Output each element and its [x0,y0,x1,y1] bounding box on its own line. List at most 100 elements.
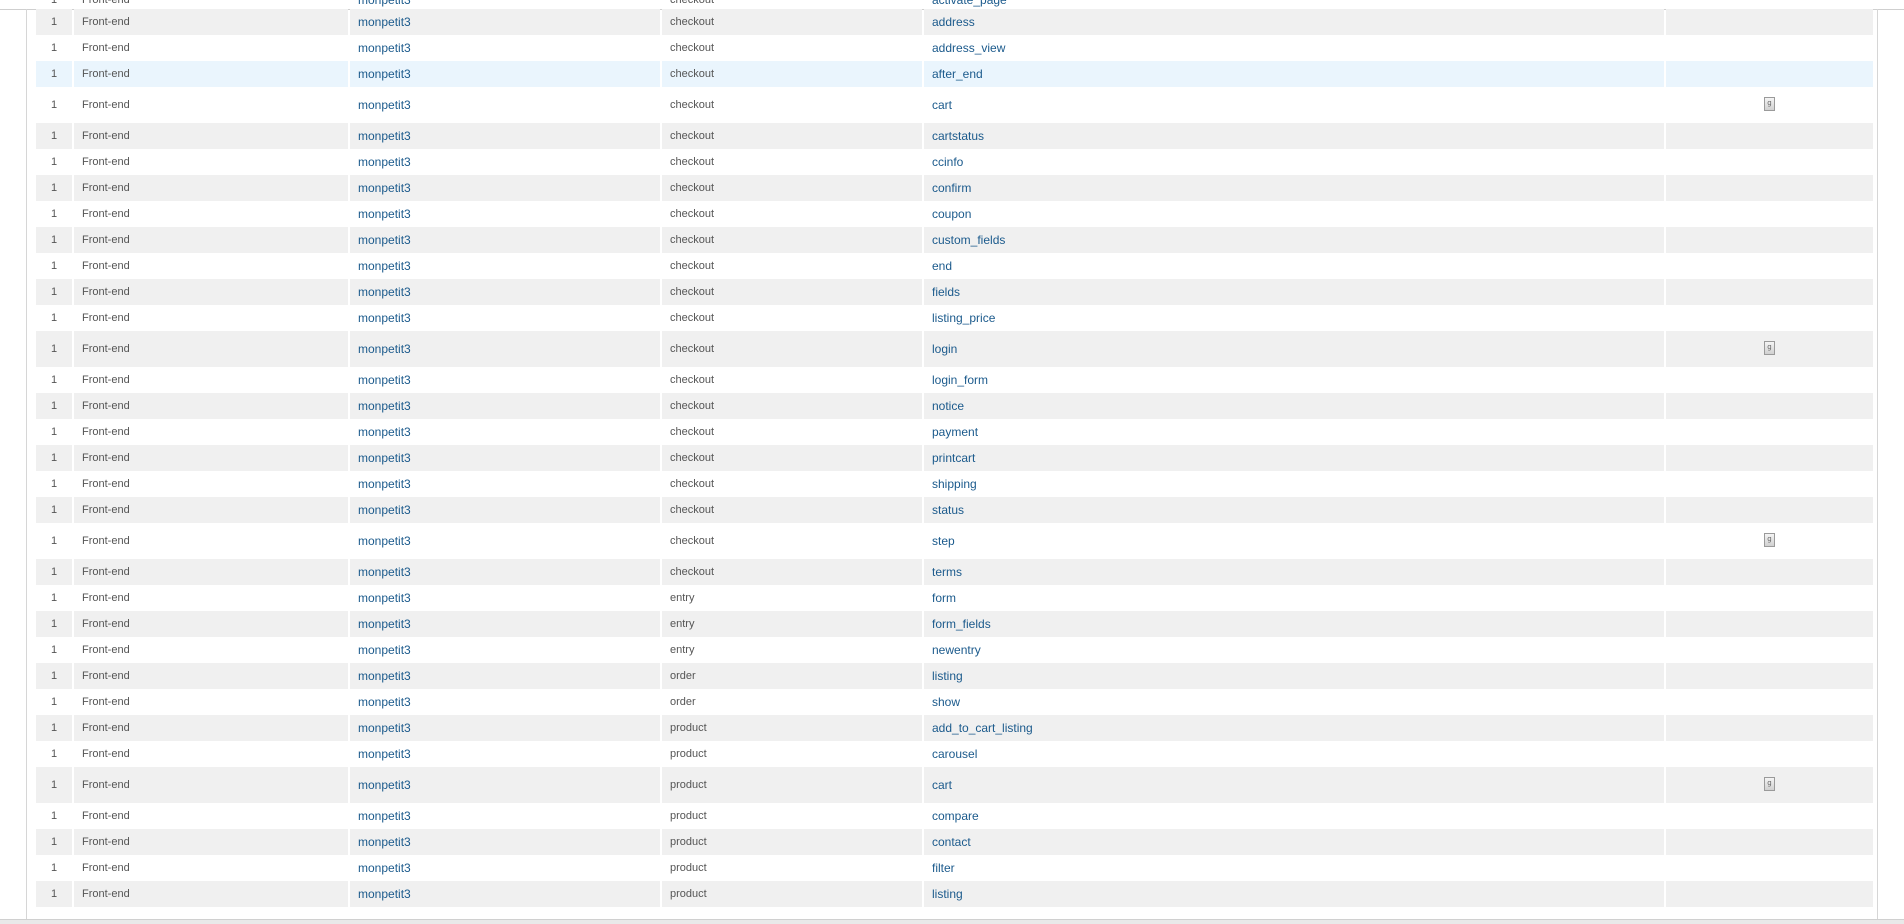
layout-link[interactable]: form [932,591,956,605]
layout-link[interactable]: login_form [932,373,988,387]
layout-link[interactable]: custom_fields [932,233,1005,247]
layout-link[interactable]: carousel [932,747,977,761]
layout-link[interactable]: printcart [932,451,975,465]
template-link[interactable]: monpetit3 [358,809,411,823]
layout-link[interactable]: fields [932,285,960,299]
template-link[interactable]: monpetit3 [358,835,411,849]
layout-link[interactable]: end [932,259,952,273]
layout-link[interactable]: address [932,15,975,29]
template-link[interactable]: monpetit3 [358,534,411,548]
edit-icon[interactable]: g [1764,340,1775,355]
layout-cell: terms [924,559,1664,585]
template-link[interactable]: monpetit3 [358,181,411,195]
view-cell: checkout [662,419,922,445]
view-cell: order [662,689,922,715]
view-cell: checkout [662,123,922,149]
layout-link[interactable]: activate_page [932,0,1007,7]
layout-link[interactable]: shipping [932,477,977,491]
client-label: Front-end [82,42,130,54]
template-cell: monpetit3 [350,279,660,305]
template-link[interactable]: monpetit3 [358,342,411,356]
view-label: checkout [670,478,715,490]
template-link[interactable]: monpetit3 [358,259,411,273]
view-cell: checkout [662,61,922,87]
template-link[interactable]: monpetit3 [358,477,411,491]
layout-link[interactable]: filter [932,861,955,875]
table-row: 1 Front-end monpetit3 checkout payment [36,419,1873,445]
template-link[interactable]: monpetit3 [358,425,411,439]
template-link[interactable]: monpetit3 [358,695,411,709]
layout-link[interactable]: after_end [932,67,983,81]
template-link[interactable]: monpetit3 [358,591,411,605]
client-label: Front-end [82,234,130,246]
layout-link[interactable]: listing [932,887,963,901]
template-link[interactable]: monpetit3 [358,207,411,221]
view-label: checkout [670,535,715,547]
table-row: 1 Front-end monpetit3 checkout login g [36,331,1873,367]
template-link[interactable]: monpetit3 [358,565,411,579]
edit-icon[interactable]: g [1764,96,1775,111]
template-link[interactable]: monpetit3 [358,67,411,81]
template-link[interactable]: monpetit3 [358,669,411,683]
template-link[interactable]: monpetit3 [358,373,411,387]
template-link[interactable]: monpetit3 [358,503,411,517]
layout-link[interactable]: cartstatus [932,129,984,143]
layout-link[interactable]: step [932,534,955,548]
row-id-cell: 1 [36,393,72,419]
layout-link[interactable]: address_view [932,41,1005,55]
template-link[interactable]: monpetit3 [358,98,411,112]
layout-link[interactable]: login [932,342,957,356]
template-link[interactable]: monpetit3 [358,451,411,465]
client-cell: Front-end [74,637,348,663]
view-label: entry [670,592,695,604]
template-link[interactable]: monpetit3 [358,129,411,143]
template-link[interactable]: monpetit3 [358,233,411,247]
view-cell: entry [662,611,922,637]
layout-link[interactable]: terms [932,565,962,579]
layout-cell: listing_price [924,305,1664,331]
layout-link[interactable]: ccinfo [932,155,963,169]
template-link[interactable]: monpetit3 [358,887,411,901]
template-cell: monpetit3 [350,87,660,123]
layout-link[interactable]: cart [932,778,952,792]
edit-icon[interactable]: g [1764,776,1775,791]
row-id-cell: 1 [36,61,72,87]
template-link[interactable]: monpetit3 [358,155,411,169]
edit-icon[interactable]: g [1764,532,1775,547]
layout-link[interactable]: listing [932,669,963,683]
table-row: 1 Front-end monpetit3 checkout end [36,253,1873,279]
view-label: checkout [670,260,715,272]
layout-link[interactable]: confirm [932,181,971,195]
layout-link[interactable]: newentry [932,643,981,657]
layout-link[interactable]: listing_price [932,311,995,325]
view-label: checkout [670,504,715,516]
template-link[interactable]: monpetit3 [358,617,411,631]
table-row: 1 Front-end monpetit3 checkout address_v… [36,35,1873,61]
template-link[interactable]: monpetit3 [358,285,411,299]
template-link[interactable]: monpetit3 [358,0,411,7]
actions-cell [1666,559,1873,585]
row-id-cell: 1 [36,523,72,559]
template-link[interactable]: monpetit3 [358,721,411,735]
template-link[interactable]: monpetit3 [358,311,411,325]
layout-link[interactable]: payment [932,425,978,439]
row-id-cell: 1 [36,803,72,829]
template-link[interactable]: monpetit3 [358,778,411,792]
layout-link[interactable]: notice [932,399,964,413]
template-link[interactable]: monpetit3 [358,41,411,55]
layout-link[interactable]: status [932,503,964,517]
template-cell: monpetit3 [350,227,660,253]
client-label: Front-end [82,452,130,464]
layout-link[interactable]: coupon [932,207,971,221]
layout-link[interactable]: show [932,695,960,709]
template-link[interactable]: monpetit3 [358,747,411,761]
template-link[interactable]: monpetit3 [358,861,411,875]
layout-link[interactable]: form_fields [932,617,991,631]
template-link[interactable]: monpetit3 [358,643,411,657]
layout-link[interactable]: contact [932,835,971,849]
template-link[interactable]: monpetit3 [358,399,411,413]
template-link[interactable]: monpetit3 [358,15,411,29]
layout-link[interactable]: add_to_cart_listing [932,721,1033,735]
layout-link[interactable]: compare [932,809,979,823]
layout-link[interactable]: cart [932,98,952,112]
